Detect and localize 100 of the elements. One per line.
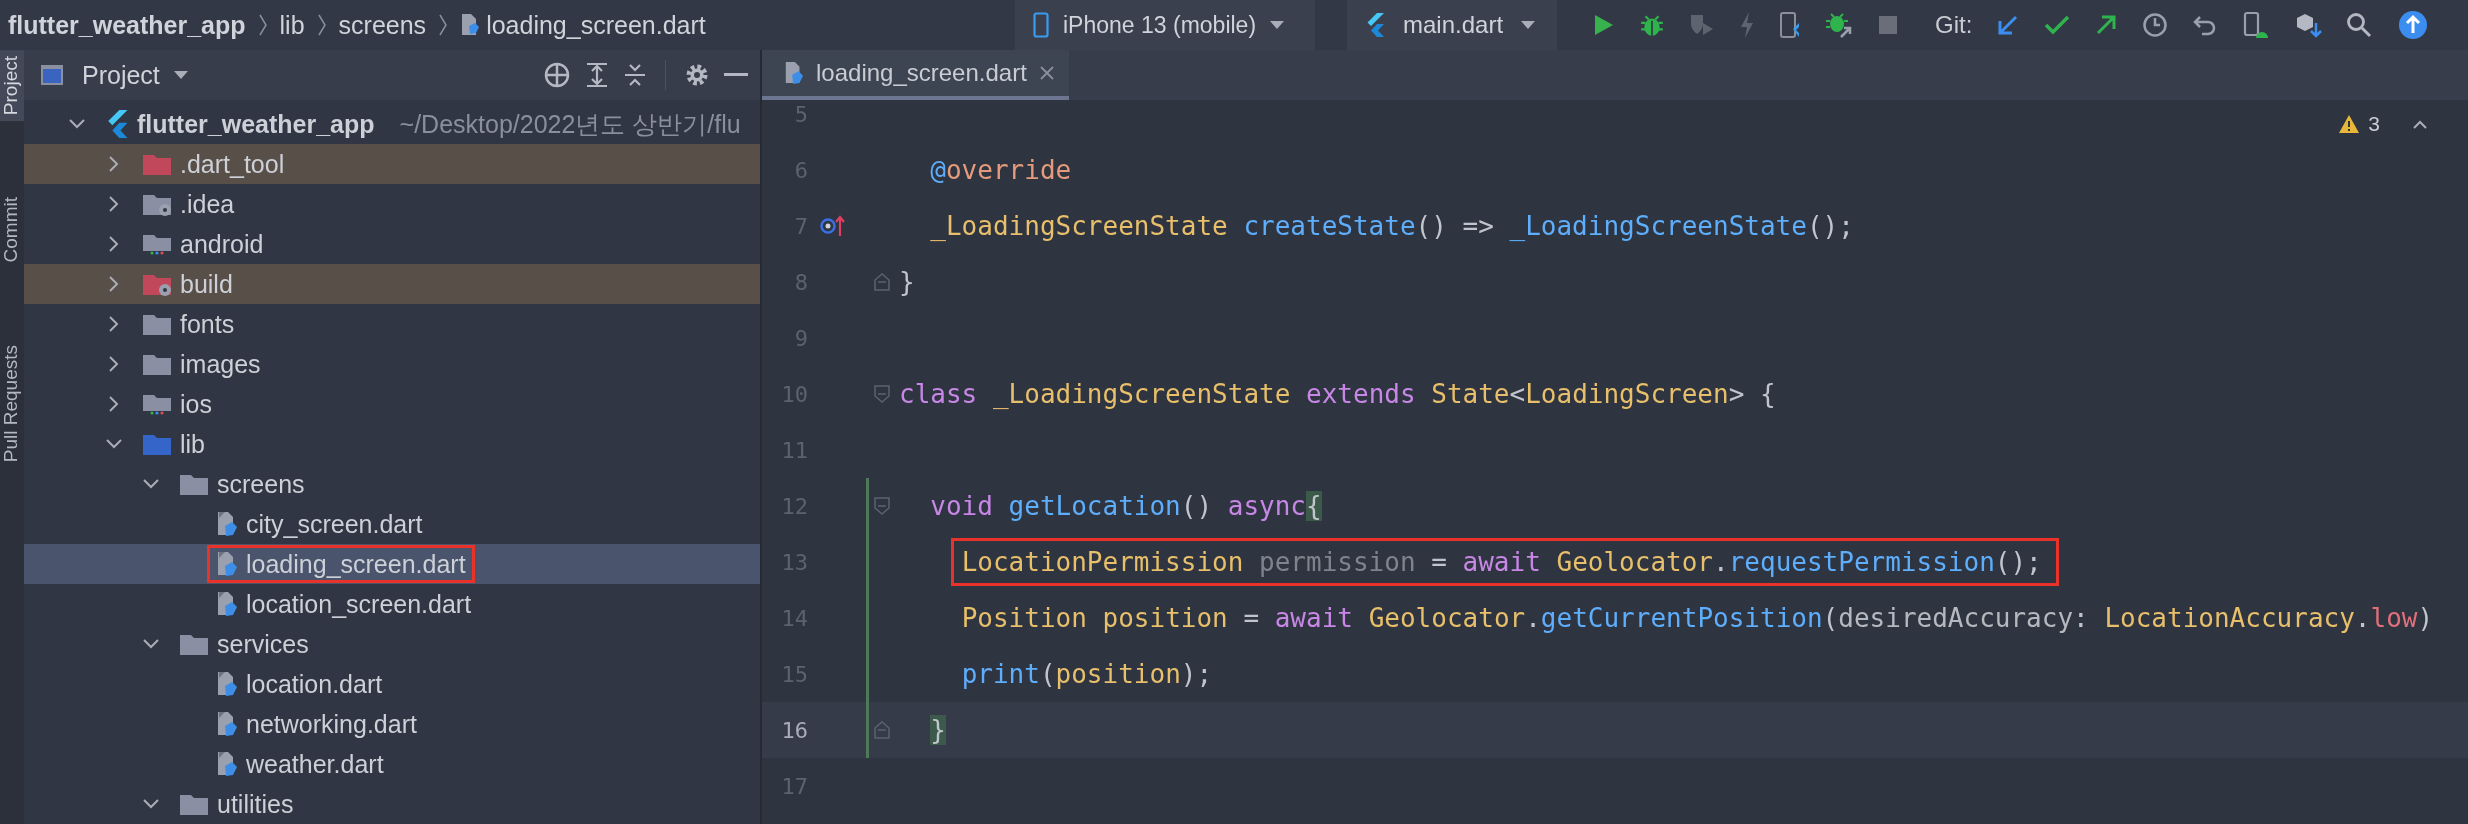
crosshair-icon[interactable] <box>543 61 571 89</box>
caret-up-icon[interactable] <box>2412 119 2428 129</box>
device-selector[interactable]: iPhone 13 (mobile) <box>1015 0 1315 50</box>
caret-icon <box>1521 21 1536 29</box>
tree-item-label: location.dart <box>246 669 383 699</box>
settings-icon[interactable] <box>684 62 710 88</box>
side-tab[interactable]: Commit <box>0 191 24 269</box>
breadcrumb[interactable]: screens <box>338 10 427 40</box>
tree-row[interactable]: networking.dart <box>24 704 760 744</box>
bug-arrow-icon[interactable] <box>1825 11 1853 39</box>
tree-item-label: weather.dart <box>246 749 384 779</box>
phone-icon <box>1033 12 1049 38</box>
code-line: class _LoadingScreenState extends State<LoadingScreen> { <box>899 379 1776 409</box>
tree-row[interactable]: android <box>24 224 760 264</box>
tree-row[interactable]: location.dart <box>24 664 760 704</box>
tree-item-label: location_screen.dart <box>246 589 472 619</box>
clock-icon[interactable] <box>2142 12 2169 38</box>
tree-row[interactable]: .idea <box>24 184 760 224</box>
tree-row[interactable]: services <box>24 624 760 664</box>
code-line: Position position = await Geolocator.getCurrentPosition(desiredAccuracy: LocationAccuracy.low) <box>960 603 2434 633</box>
tree-item-label: .dart_tool <box>180 149 285 179</box>
git-label: Git: <box>1935 11 1973 39</box>
tree-item-label: images <box>180 349 261 379</box>
panel-title[interactable]: Project <box>82 60 160 90</box>
dart-file-icon <box>216 511 238 537</box>
tree-item-label: fonts <box>180 309 235 339</box>
search-icon[interactable] <box>2346 12 2373 38</box>
dart-file-icon <box>216 551 238 577</box>
tree-item-label: loading_screen.dart <box>246 549 466 579</box>
tree-item-label: .idea <box>180 189 235 219</box>
chevron-icon <box>257 13 268 37</box>
tree-row[interactable]: .dart_tool <box>24 144 760 184</box>
close-icon[interactable] <box>1038 65 1055 81</box>
tree-row[interactable]: flutter_weather_app ~/Desktop/2022년도 상반기/flu <box>24 104 760 144</box>
side-tab[interactable]: Pull Requests <box>0 338 24 468</box>
tree-row[interactable]: images <box>24 344 760 384</box>
tab-label: loading_screen.dart <box>816 59 1027 87</box>
tree-row[interactable]: loading_screen.dart <box>24 544 760 584</box>
cube-download-icon[interactable] <box>2294 11 2323 39</box>
flutter-icon <box>1365 13 1385 37</box>
tree-item-label: services <box>217 629 309 659</box>
android-device-icon[interactable] <box>2242 11 2271 39</box>
override-icon[interactable] <box>819 214 847 238</box>
dart-file-icon <box>216 591 238 617</box>
tree-item-label: flutter_weather_app <box>137 109 375 139</box>
breadcrumb[interactable]: lib <box>279 10 305 40</box>
code-line: _LoadingScreenState createState() => _LoadingScreenState(); <box>929 211 1854 241</box>
code-line: } <box>899 267 915 297</box>
run-config-selector[interactable]: main.dart <box>1347 0 1557 50</box>
folder-icon <box>142 192 172 216</box>
folder-icon <box>142 272 172 296</box>
tree-item-label: ios <box>180 389 212 419</box>
tree-row[interactable]: weather.dart <box>24 744 760 784</box>
tree-item-label: networking.dart <box>246 709 417 739</box>
breadcrumb[interactable]: flutter_weather_app <box>8 10 246 40</box>
dart-file-icon <box>460 13 481 37</box>
expand-all-icon[interactable] <box>585 62 609 88</box>
folder-icon <box>179 472 209 496</box>
chevron-icon <box>438 13 449 37</box>
warning-icon[interactable] <box>2338 114 2361 134</box>
editor-tab[interactable]: loading_screen.dart <box>762 50 1069 100</box>
tree-item-label: utilities <box>217 789 294 819</box>
warning-count[interactable]: 3 <box>2368 112 2380 136</box>
breadcrumb[interactable]: loading_screen.dart <box>486 10 706 40</box>
tree-row[interactable]: utilities <box>24 784 760 824</box>
tree-item-label: lib <box>180 429 205 459</box>
tree-row[interactable]: build <box>24 264 760 304</box>
check-icon[interactable] <box>2044 14 2071 36</box>
folder-icon <box>142 152 172 176</box>
tree-row[interactable]: fonts <box>24 304 760 344</box>
caret-icon <box>1270 21 1285 29</box>
tree-item-label: android <box>180 229 264 259</box>
side-tab[interactable]: Project <box>0 50 24 122</box>
tree-row[interactable]: location_screen.dart <box>24 584 760 624</box>
folder-icon <box>142 232 172 256</box>
tree-row[interactable]: ios <box>24 384 760 424</box>
dart-file-icon <box>784 61 804 85</box>
dart-file-icon <box>216 711 238 737</box>
tree-item-label: build <box>180 269 233 299</box>
collapse-all-icon[interactable] <box>623 62 647 88</box>
dart-file-icon <box>216 671 238 697</box>
folder-icon <box>142 392 172 416</box>
update-icon[interactable] <box>2398 10 2429 40</box>
tree-row[interactable]: city_screen.dart <box>24 504 760 544</box>
line-number: 16 <box>780 717 808 743</box>
window-icon <box>40 64 64 86</box>
folder-icon <box>142 432 172 456</box>
device-icon[interactable] <box>1779 11 1801 39</box>
caret-icon[interactable] <box>173 71 188 79</box>
folder-icon <box>179 632 209 656</box>
dart-file-icon <box>216 751 238 777</box>
minimize-icon[interactable] <box>724 72 748 78</box>
folder-icon <box>142 312 172 336</box>
code-line: print(position); <box>960 659 1213 689</box>
project-path: ~/Desktop/2022년도 상반기/flu <box>399 108 741 140</box>
tree-row[interactable]: screens <box>24 464 760 504</box>
arrow-icon[interactable] <box>2094 13 2119 37</box>
tree-item-label: screens <box>217 469 305 499</box>
tree-row[interactable]: lib <box>24 424 760 464</box>
code-line: @override <box>929 155 1072 185</box>
